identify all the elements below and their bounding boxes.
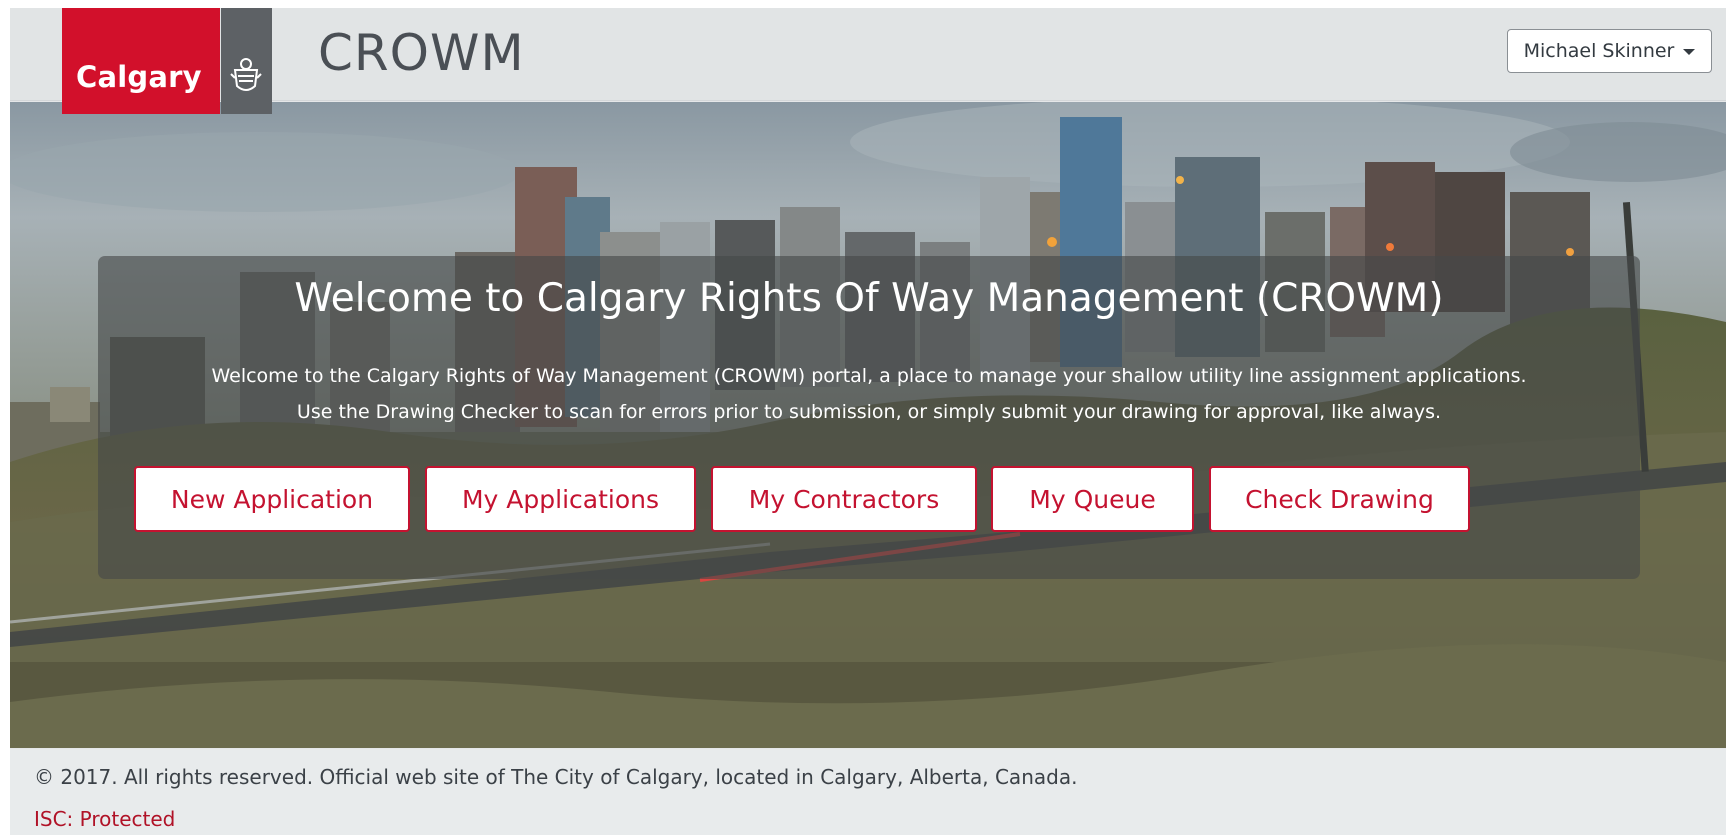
my-queue-button[interactable]: My Queue bbox=[991, 466, 1194, 532]
app-title: CROWM bbox=[318, 24, 525, 82]
top-header: Calgary CROWM Michael Skinner bbox=[10, 8, 1726, 114]
welcome-line-2: Use the Drawing Checker to scan for erro… bbox=[296, 401, 1442, 423]
check-drawing-button[interactable]: Check Drawing bbox=[1209, 466, 1470, 532]
hero-banner: Welcome to Calgary Rights Of Way Managem… bbox=[10, 102, 1726, 748]
welcome-description: Welcome to the Calgary Rights of Way Man… bbox=[98, 358, 1640, 430]
new-application-button[interactable]: New Application bbox=[134, 466, 410, 532]
city-crest-icon bbox=[230, 58, 262, 91]
logo-text: Calgary bbox=[76, 60, 202, 94]
page-footer: © 2017. All rights reserved. Official we… bbox=[10, 749, 1726, 835]
crest-block bbox=[221, 8, 272, 114]
page: Calgary CROWM Michael Skinner Welcome to… bbox=[10, 8, 1726, 835]
my-applications-button[interactable]: My Applications bbox=[425, 466, 696, 532]
action-button-row: New Application My Applications My Contr… bbox=[98, 466, 1640, 532]
user-menu-button[interactable]: Michael Skinner bbox=[1507, 29, 1712, 73]
my-contractors-button[interactable]: My Contractors bbox=[711, 466, 977, 532]
copyright-text: © 2017. All rights reserved. Official we… bbox=[34, 765, 1078, 789]
caret-down-icon bbox=[1683, 49, 1696, 55]
welcome-heading: Welcome to Calgary Rights Of Way Managem… bbox=[294, 276, 1444, 321]
user-name-label: Michael Skinner bbox=[1523, 40, 1675, 62]
calgary-logo[interactable]: Calgary bbox=[62, 8, 220, 114]
welcome-panel: Welcome to Calgary Rights Of Way Managem… bbox=[98, 256, 1640, 579]
classification-label: ISC: Protected bbox=[34, 807, 176, 831]
welcome-line-1: Welcome to the Calgary Rights of Way Man… bbox=[211, 365, 1527, 387]
